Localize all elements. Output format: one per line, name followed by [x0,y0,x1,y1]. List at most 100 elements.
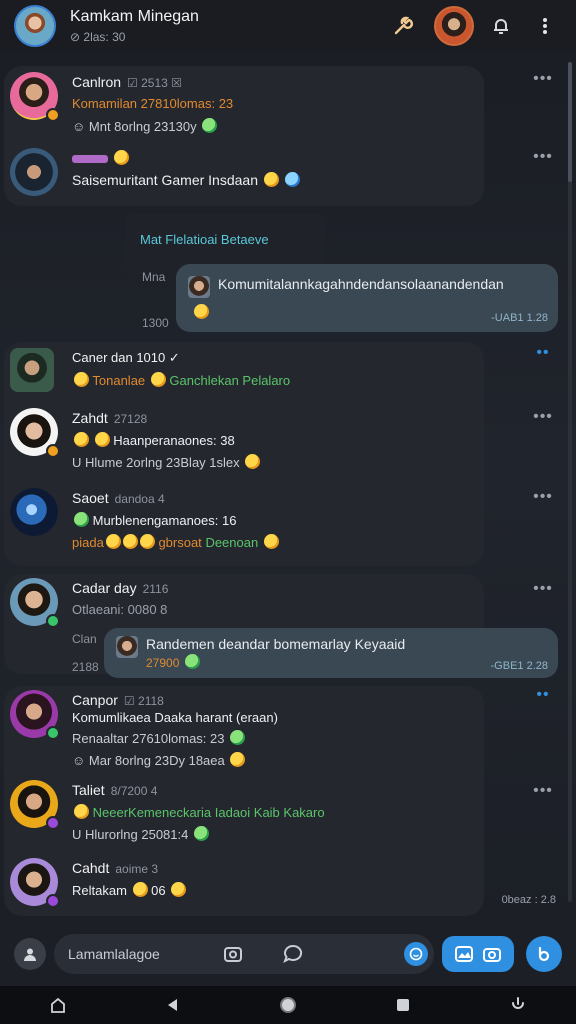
camera-icon [483,948,501,962]
nav-back-button[interactable] [153,986,193,1024]
nav-assistant-button[interactable] [498,986,538,1024]
author-name: Saoet [72,490,109,506]
header-title-block[interactable]: Kamkam Minegan ⊘ 2las: 30 [70,8,376,44]
scrollbar-thumb[interactable] [568,62,572,182]
message-more-button[interactable]: ••• [532,408,554,426]
message-meta: 2116 [142,582,169,596]
message-more-button[interactable]: ••• [532,580,554,598]
message-composer: Lamamlalagoe [0,922,576,986]
author-line: Saoet dandoa 4 [72,490,165,506]
message-subtext: ☺ Mar 8orlng 23Dy 18aea [72,752,246,768]
profile-avatar[interactable] [434,6,474,46]
bell-icon [494,19,508,34]
status-badge [46,816,60,830]
camera-icon[interactable] [222,943,244,965]
status-badge [46,444,60,458]
message-item[interactable]: Saisemuritant Gamer Insdaan [10,148,480,214]
message-more-button[interactable]: ••• [532,148,554,166]
more-menu-button[interactable] [528,9,562,43]
message-more-button[interactable]: ••• [532,488,554,506]
author-name: Cadar day [72,580,137,596]
smile-emoji [74,432,89,447]
smile-emoji [230,752,246,767]
smile-emoji [245,454,261,469]
leaf-emoji [202,118,218,133]
smile-emoji [94,432,110,447]
reply-label: Clan [72,632,97,646]
message-feed[interactable]: Canlron ☑ 2513 ☒ Komamilan 27810lomas: 23… [0,56,576,922]
reply-bubble[interactable]: Randemen deandar bomemarlay Keyaaid 2790… [104,628,558,678]
reply-time: -GBE1 2.28 [490,660,548,672]
message-text: Komamilan 27810lomas: 23 [72,96,234,111]
message-text: Tonanlae Ganchlekan Pelalaro [72,372,290,388]
role-tag [72,155,108,164]
message-item[interactable]: Saoet dandoa 4 Murblenengamanoes: 16 piad… [10,488,480,554]
message-meta: 8/7200 4 [110,784,158,798]
user-avatar[interactable] [10,348,54,392]
message-text: Murblenengamanoes: 16 [72,512,236,528]
comment-icon[interactable] [282,943,304,965]
message-item[interactable]: Caner dan 1010 ✓ Tonanlae Ganchlekan Pel… [10,348,480,414]
message-item[interactable]: Taliet 8/7200 4 NeeerKemeneckaria Iadaoi … [10,780,480,846]
author-name: Canlron [72,74,122,90]
message-text: Otlaeani: 0080 8 [72,602,168,617]
nav-home-button[interactable] [38,986,78,1024]
back-icon [167,999,177,1011]
message-more-button[interactable]: •• [532,686,554,704]
message-subtext-value: U Hlume 2orlng 23Blay 1slex [72,455,240,470]
message-subtext: ☺ Mnt 8orlng 23130y [72,118,218,134]
message-item[interactable]: Cahdt aoime 3 Reltakam 06 [10,858,480,924]
message-text-value: Reltakam [72,883,127,898]
user-avatar[interactable] [10,148,58,196]
wrench-icon [394,16,414,35]
nav-home-circle-button[interactable] [268,986,308,1024]
message-item[interactable]: Zahdt 27128 Haanperanaones: 38 U Hlume 2o… [10,408,480,474]
face-emoji [113,150,129,165]
home-icon [50,997,65,1013]
system-nav-bar [0,986,576,1024]
smile-emoji [263,534,279,549]
message-item[interactable]: Canpor ☑ 2118 Komumlikaea Daaka harant (e… [10,690,480,768]
tools-button[interactable] [386,9,420,43]
smile-emoji [171,882,187,897]
reply-sub: 27900 [146,654,200,670]
nav-recents-button[interactable] [383,986,423,1024]
message-text-value: 06 [151,883,166,898]
notifications-button[interactable] [484,9,518,43]
group-subtitle: ⊘ 2las: 30 [70,30,126,44]
group-avatar[interactable] [14,5,56,47]
message-meta: dandoa 4 [114,492,165,506]
flower-emoji [194,304,209,319]
message-meta: aoime 3 [115,862,159,876]
globe-emoji [284,172,300,187]
scrollbar[interactable] [568,62,572,902]
reply-bubble[interactable]: Komumitalannkagahndendansolaanandendan -… [176,264,558,332]
send-icon [538,946,550,962]
message-input[interactable]: Lamamlalagoe [54,934,434,974]
message-text-value: Murblenengamanoes: 16 [92,513,237,528]
message-item[interactable]: Canlron ☑ 2513 ☒ Komamilan 27810lomas: 23… [10,72,480,138]
reply-emoji-row [192,304,209,320]
tag-text: Deenoan [205,535,259,550]
author-name: Cahdt [72,860,110,876]
reply-time: -UAB1 1.28 [491,312,548,324]
message-input-placeholder: Lamamlalagoe [68,946,160,962]
media-button[interactable] [442,936,514,972]
message-text: Saisemuritant Gamer Insdaan [72,172,300,188]
message-subtext-value: U Hlurorlng 25081:4 [72,827,189,842]
message-text-value: Haanperanaones: 38 [113,433,235,448]
check-emoji [74,512,89,527]
kebab-menu-icon [543,18,547,34]
reply-label: 1300 [142,316,169,330]
message-subtext-value: ☺ Mnt 8orlng 23130y [72,119,197,134]
sticker-button[interactable] [14,938,46,970]
emoji-button[interactable] [404,942,428,966]
leaf-emoji [230,730,246,745]
user-avatar[interactable] [10,488,58,536]
message-more-button[interactable]: •• [532,344,554,362]
message-more-button[interactable]: ••• [532,782,554,800]
reply-sub-value: 27900 [146,656,180,670]
message-more-button[interactable]: ••• [532,70,554,88]
send-button[interactable] [526,936,562,972]
message-subtext: piada gbrsoat Deenoan [72,534,279,550]
